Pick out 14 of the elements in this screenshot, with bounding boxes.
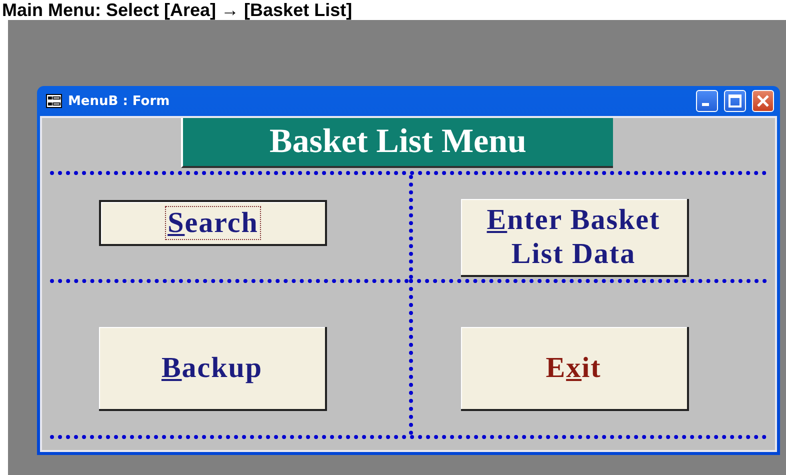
maximize-icon <box>728 94 742 108</box>
menu-button[interactable]: Search <box>99 200 327 246</box>
close-button[interactable] <box>752 90 774 112</box>
menu-button[interactable]: Enter Basket List Data <box>460 199 688 277</box>
maximize-button[interactable] <box>724 90 746 112</box>
close-icon <box>756 94 770 108</box>
window-title: MenuB : Form <box>68 94 170 108</box>
form-icon <box>46 94 62 108</box>
minimize-button[interactable] <box>696 90 718 112</box>
page-heading: Main Menu: Select [Area] → [Basket List] <box>1 0 354 20</box>
form-banner: Basket List Menu <box>181 118 613 168</box>
menu-button[interactable]: Exit <box>460 327 688 411</box>
menu-button[interactable]: Backup <box>99 327 327 411</box>
minimize-icon <box>702 103 709 106</box>
